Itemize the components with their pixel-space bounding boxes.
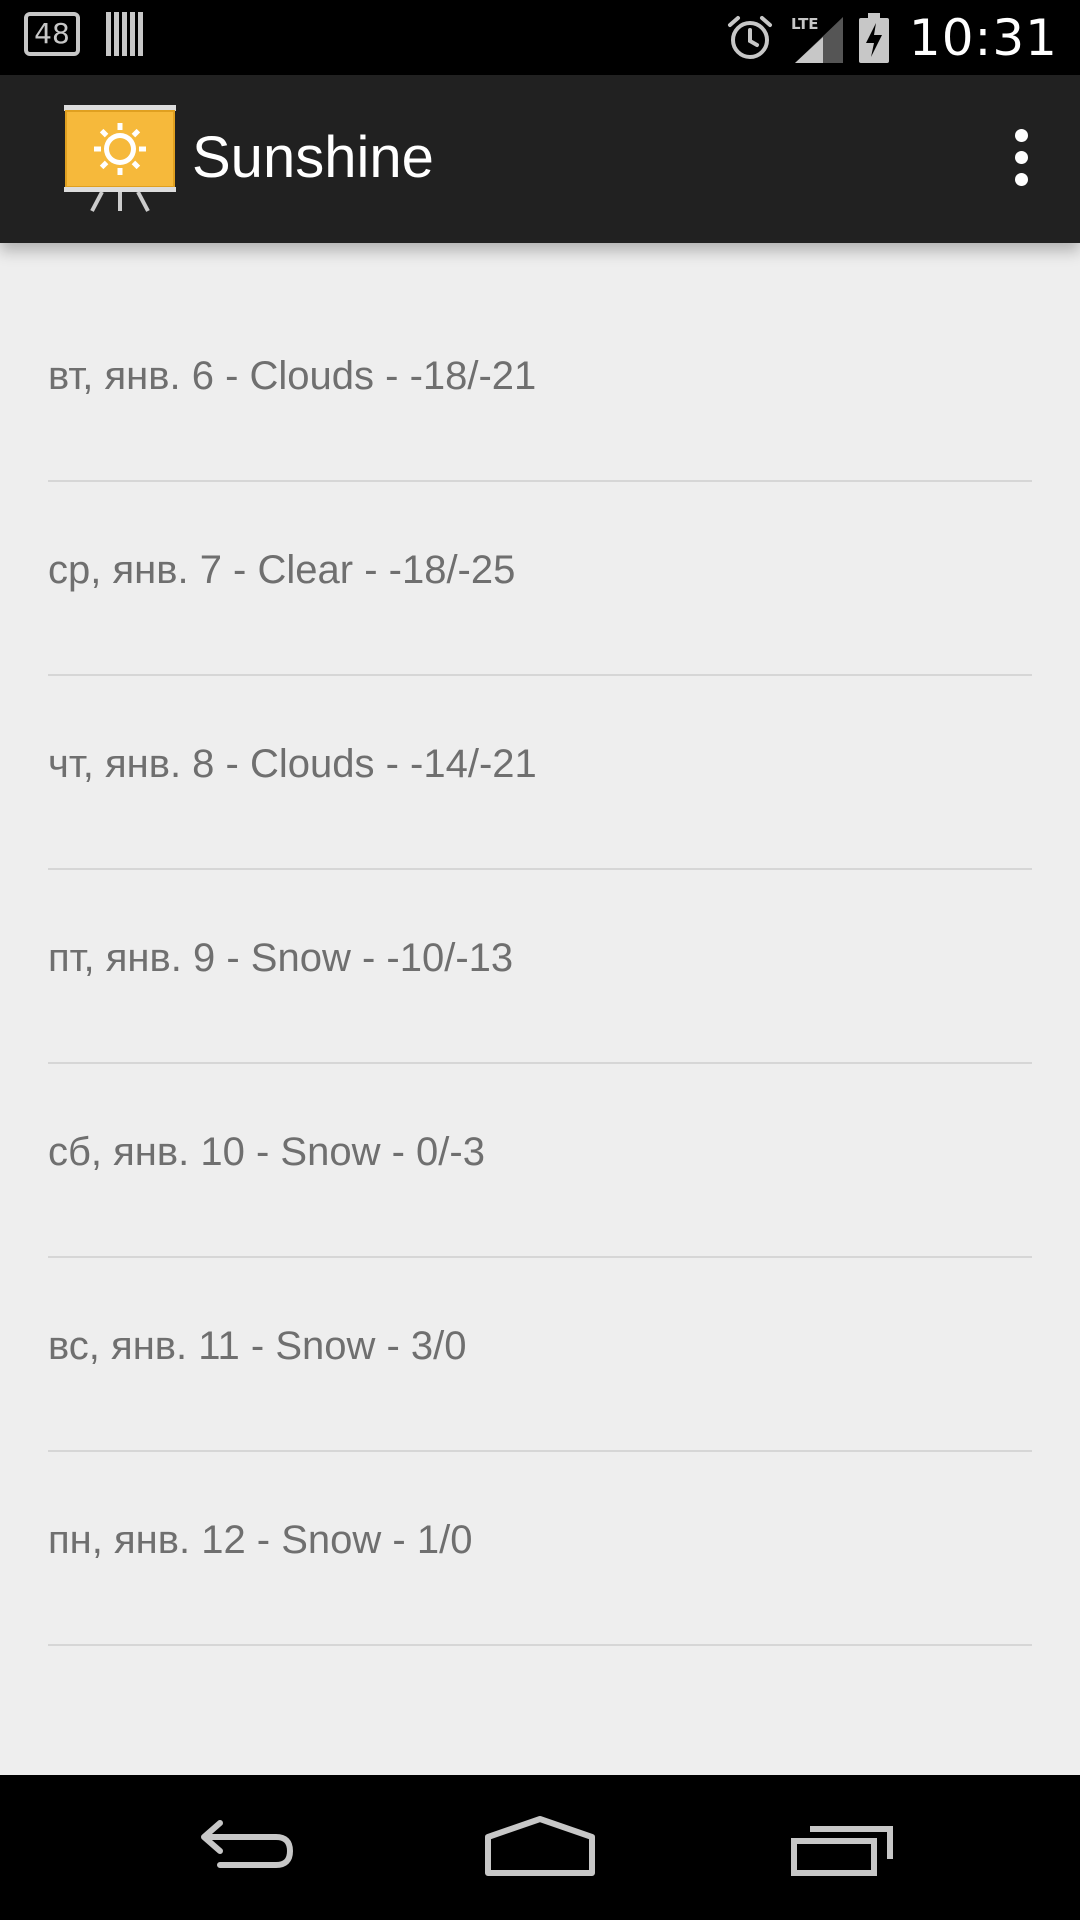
overflow-dot	[1015, 151, 1028, 164]
list-item[interactable]: вт, янв. 6 - Clouds - -18/-21	[0, 288, 1080, 482]
list-item[interactable]: вс, янв. 11 - Snow - 3/0	[0, 1258, 1080, 1452]
list-item[interactable]: пн, янв. 12 - Snow - 1/0	[0, 1452, 1080, 1646]
svg-text:LTE: LTE	[791, 15, 819, 33]
back-icon[interactable]	[180, 1801, 300, 1891]
overflow-dot	[1015, 173, 1028, 186]
divider	[48, 1644, 1032, 1646]
status-bar: 48 LTE 10:31	[0, 0, 1080, 75]
navigation-bar	[0, 1775, 1080, 1920]
action-bar: Sunshine	[0, 75, 1080, 243]
forecast-list: вт, янв. 6 - Clouds - -18/-21 ср, янв. 7…	[0, 288, 1080, 1646]
list-item[interactable]: ср, янв. 7 - Clear - -18/-25	[0, 482, 1080, 676]
alarm-icon	[727, 16, 772, 59]
list-item[interactable]: пт, янв. 9 - Snow - -10/-13	[0, 870, 1080, 1064]
recents-icon[interactable]	[784, 1801, 904, 1891]
forecast-text: ср, янв. 7 - Clear - -18/-25	[48, 548, 516, 592]
list-item[interactable]: сб, янв. 10 - Snow - 0/-3	[0, 1064, 1080, 1258]
forecast-text: пт, янв. 9 - Snow - -10/-13	[48, 936, 514, 980]
overflow-menu-button[interactable]	[996, 125, 1048, 189]
battery-charging-icon	[858, 13, 889, 63]
forecast-text: вс, янв. 11 - Snow - 3/0	[48, 1324, 467, 1368]
notification-48-icon: 48	[24, 12, 80, 56]
overflow-menu-icon	[1015, 129, 1028, 142]
barcode-icon	[106, 12, 143, 56]
home-icon[interactable]	[480, 1801, 600, 1891]
sunshine-logo-icon	[64, 105, 176, 212]
forecast-text: вт, янв. 6 - Clouds - -18/-21	[48, 354, 537, 398]
forecast-text: пн, янв. 12 - Snow - 1/0	[48, 1518, 473, 1562]
forecast-text: чт, янв. 8 - Clouds - -14/-21	[48, 742, 537, 786]
status-time: 10:31	[908, 9, 1058, 67]
app-title: Sunshine	[192, 125, 434, 190]
list-item[interactable]: чт, янв. 8 - Clouds - -14/-21	[0, 676, 1080, 870]
forecast-text: сб, янв. 10 - Snow - 0/-3	[48, 1130, 485, 1174]
lte-signal-icon: LTE	[791, 15, 843, 63]
